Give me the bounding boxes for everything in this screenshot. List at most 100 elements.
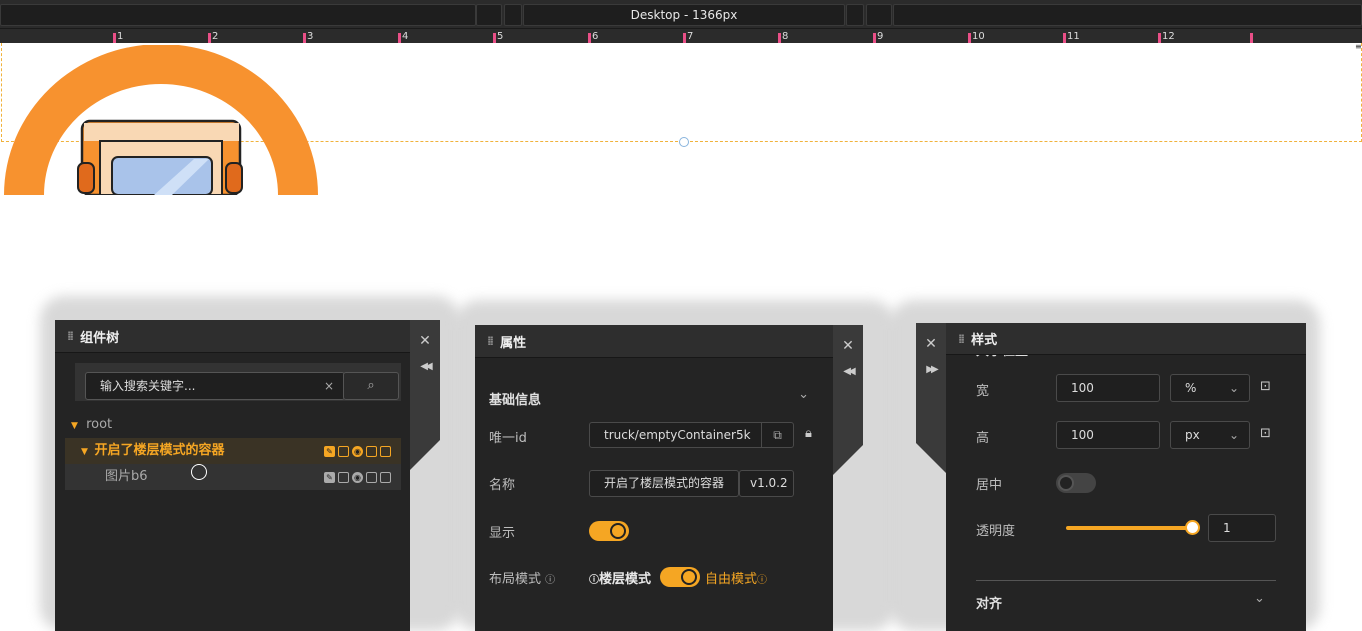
toolbar-segment[interactable] [476, 4, 502, 26]
center-toggle[interactable] [1056, 473, 1096, 493]
info-icon[interactable]: ⓘ [757, 575, 767, 586]
lock-icon[interactable]: 🔒︎ [805, 426, 812, 441]
chevron-down-icon[interactable]: ⌄ [798, 387, 809, 402]
opacity-slider-track[interactable] [1066, 526, 1194, 530]
copy-icon[interactable] [338, 471, 349, 483]
tree-node-label: 开启了楼层模式的容器 [94, 443, 225, 458]
cursor-icon [191, 464, 207, 480]
panel-header[interactable]: ⁞⁞ 样式 [946, 323, 1306, 355]
drag-handle-icon[interactable]: ⁞⁞ [487, 334, 494, 348]
ruler-label: 8 [782, 31, 789, 42]
ruler-label: 12 [1162, 31, 1175, 42]
divider [976, 580, 1276, 581]
ruler-label: 10 [972, 31, 985, 42]
ruler-label: 2 [212, 31, 219, 42]
collapse-icon[interactable]: ◀◀ [833, 359, 863, 385]
ruler-label: 4 [402, 31, 409, 42]
align-heading: 对齐 [976, 597, 1003, 612]
name-field[interactable]: 开启了楼层模式的容器 [589, 470, 739, 497]
component-tree-panel: ⁞⁞ 组件树 输入搜索关键字... × ⌕ ▼ root ▼ 开启了楼层模式的容器 … [55, 320, 410, 631]
ruler-label: 1 [117, 31, 124, 42]
opacity-input[interactable]: 1 [1208, 514, 1276, 542]
height-unit-select[interactable]: px ⌄ [1170, 421, 1250, 449]
panel-header[interactable]: ⁞⁞ 组件树 [55, 320, 410, 353]
version-value: v1.0.2 [750, 476, 788, 490]
unit-value: % [1185, 381, 1197, 395]
grid-ruler: 1 2 3 4 5 6 7 8 9 10 11 12 [0, 28, 1362, 44]
unlock-icon[interactable]: ⊡ [1260, 426, 1271, 441]
tree-node-image[interactable]: 图片b6 ✎ ◉ [65, 464, 401, 490]
close-icon[interactable]: ✕ [833, 333, 863, 359]
caret-down-icon[interactable]: ▼ [81, 447, 88, 457]
ruler-label: 11 [1067, 31, 1080, 42]
tree-node-root[interactable]: ▼ root [65, 412, 401, 438]
section-heading: 基础信息 [489, 393, 542, 408]
panel-header[interactable]: ⁞⁞ 属性 [475, 325, 833, 358]
width-label: 宽 [976, 384, 990, 399]
copy-icon[interactable] [338, 445, 349, 457]
close-icon[interactable]: ✕ [916, 331, 946, 357]
name-value: 开启了楼层模式的容器 [604, 476, 725, 490]
close-icon[interactable]: ✕ [410, 328, 440, 354]
panel-title: 样式 [971, 333, 998, 348]
tree-node-label: root [86, 417, 113, 432]
info-icon[interactable]: ⓘ [545, 575, 555, 586]
toolbar-segment[interactable] [893, 4, 1362, 26]
toolbar-segment[interactable] [866, 4, 892, 26]
id-value: truck/emptyContainer5k [604, 428, 751, 442]
info-icon[interactable]: ⓘ [589, 575, 599, 586]
center-label: 居中 [976, 478, 1003, 493]
ruler-label: 3 [307, 31, 314, 42]
menu-icon[interactable]: ≡ [1355, 43, 1362, 55]
ruler-label: 7 [687, 31, 694, 42]
chevron-down-icon[interactable]: ⌄ [1254, 591, 1265, 606]
tree-search: 输入搜索关键字... × ⌕ [75, 363, 401, 401]
caret-down-icon[interactable]: ▼ [71, 421, 78, 431]
show-toggle[interactable] [589, 521, 629, 541]
chevron-down-icon: ⌄ [1228, 381, 1239, 395]
collapse-icon[interactable]: ◀◀ [410, 354, 440, 380]
ruler-label: 5 [497, 31, 504, 42]
search-input[interactable]: 输入搜索关键字... × [85, 372, 345, 400]
clear-icon[interactable]: × [324, 373, 334, 399]
info-icon[interactable]: ◉ [352, 471, 363, 483]
expand-icon[interactable]: ▶▶ [916, 357, 946, 383]
layout-label: 布局模式 ⓘ [489, 572, 556, 587]
floor-mode-label[interactable]: ⓘ楼层模式 [589, 568, 651, 587]
unlock-icon[interactable]: ⊡ [1260, 379, 1271, 394]
info-icon[interactable]: ◉ [352, 445, 363, 457]
ruler-label: 9 [877, 31, 884, 42]
search-button[interactable]: ⌕ [343, 372, 399, 400]
node-toolbar: ✎ ◉ [324, 438, 391, 464]
drag-handle-icon[interactable]: ⁞⁞ [67, 329, 74, 343]
edit-icon[interactable]: ✎ [324, 445, 335, 457]
delete-icon[interactable] [366, 471, 377, 483]
unlock-icon[interactable] [380, 471, 391, 483]
toolbar-segment[interactable] [504, 4, 522, 26]
device-toolbar: Desktop - 1366px [0, 0, 1362, 28]
width-unit-select[interactable]: % ⌄ [1170, 374, 1250, 402]
resize-handle[interactable] [679, 137, 689, 147]
id-label: 唯一id [489, 431, 527, 446]
height-label: 高 [976, 431, 990, 446]
search-icon: ⌕ [367, 378, 375, 393]
truck-logo-image[interactable] [4, 45, 320, 195]
toolbar-segment[interactable] [846, 4, 864, 26]
id-field[interactable]: truck/emptyContainer5k ⧉ [589, 422, 794, 448]
width-input[interactable]: 100 [1056, 374, 1160, 402]
layout-mode-toggle[interactable] [660, 567, 700, 587]
copy-icon[interactable]: ⧉ [761, 423, 793, 447]
unlock-icon[interactable] [380, 445, 391, 457]
toolbar-segment[interactable] [0, 4, 476, 26]
width-value: 100 [1071, 381, 1094, 395]
delete-icon[interactable] [366, 445, 377, 457]
style-panel: 大小位置 ⁞⁞样式 宽 100 %⌄ ⊡ 高 100 px⌄ ⊡ 居中 透明度 … [946, 323, 1306, 631]
edit-icon[interactable]: ✎ [324, 471, 335, 483]
search-placeholder: 输入搜索关键字... [100, 379, 196, 393]
opacity-label: 透明度 [976, 524, 1016, 539]
free-mode-label[interactable]: 自由模式ⓘ [705, 568, 767, 587]
opacity-slider-handle[interactable] [1185, 520, 1200, 535]
height-input[interactable]: 100 [1056, 421, 1160, 449]
tree-node-container[interactable]: ▼ 开启了楼层模式的容器 ✎ ◉ [65, 438, 401, 464]
drag-handle-icon[interactable]: ⁞⁞ [958, 332, 965, 346]
